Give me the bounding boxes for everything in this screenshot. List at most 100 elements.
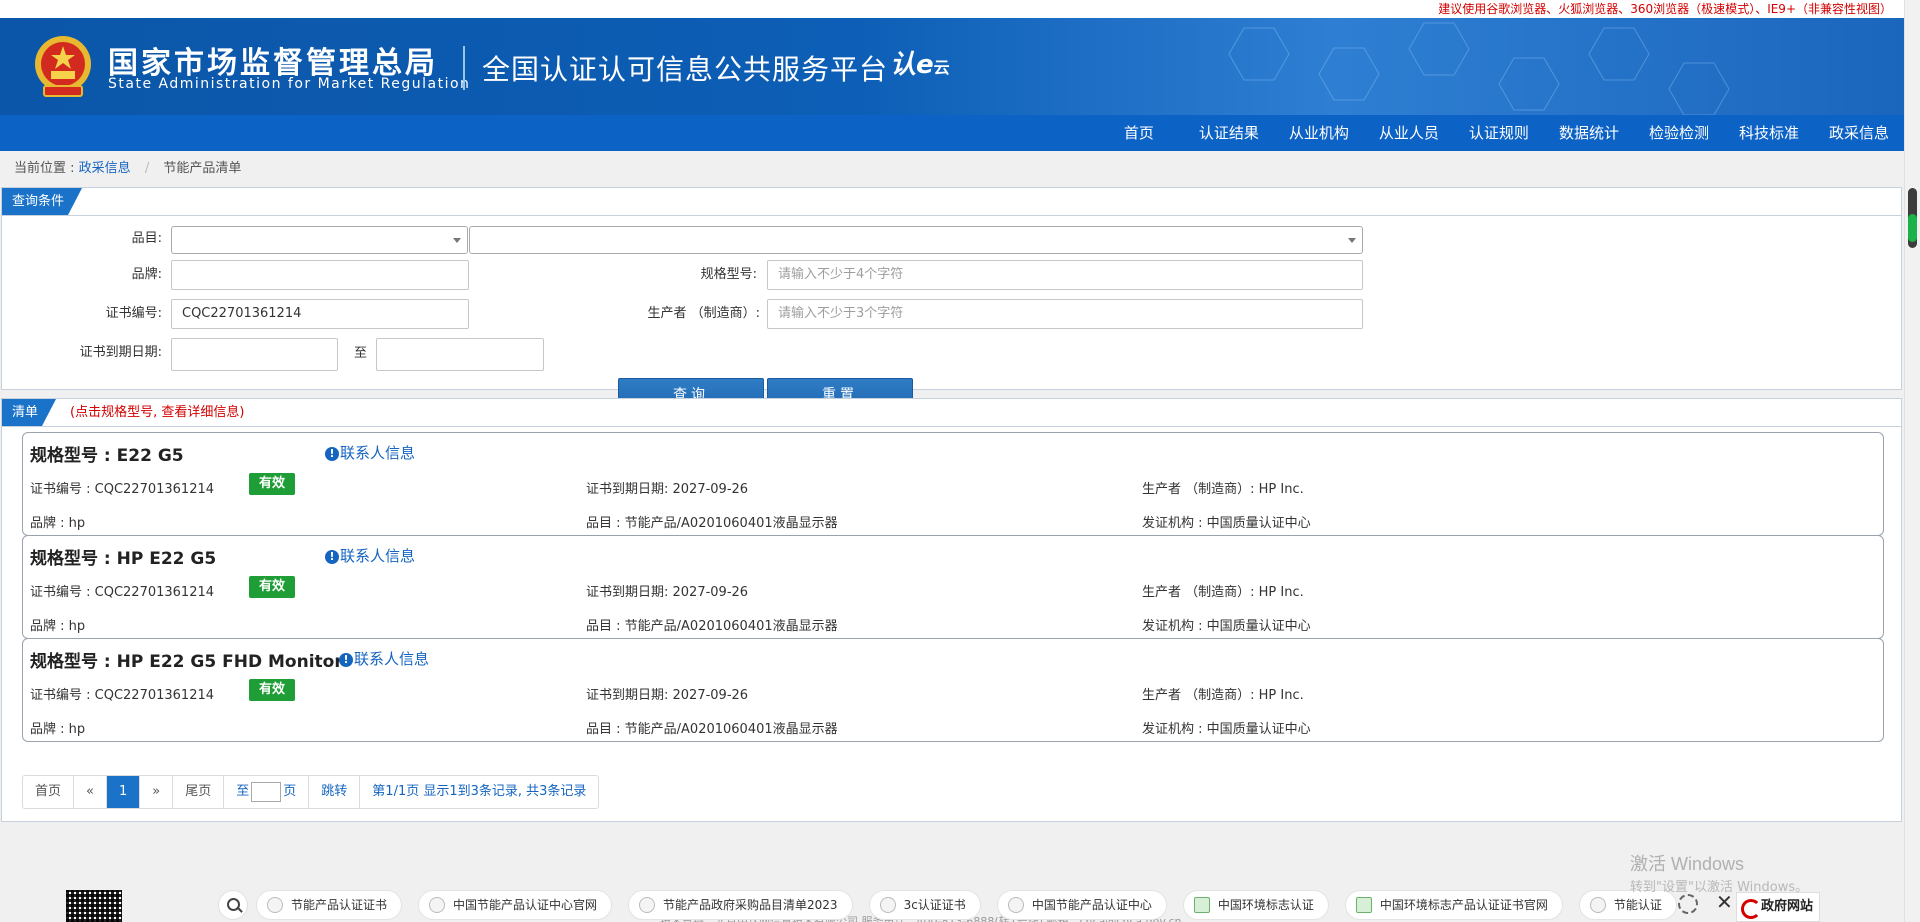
result-icon [429,897,446,913]
org-name-en: State Administration for Market Regulati… [108,76,471,92]
suggestion-chip[interactable]: 节能产品政府采购品目清单2023 [628,890,853,920]
results-hint: (点击规格型号, 查看详细信息) [70,405,245,420]
pager-first[interactable]: 首页 [23,776,75,808]
expiry-date-from-input[interactable] [171,338,338,371]
cert-number-input[interactable]: CQC22701361214 [171,299,469,329]
contact-info-link[interactable]: ! 联系人信息 [325,442,415,463]
manufacturer: 生产者 （制造商）: HP Inc. [1142,688,1304,703]
pager-jump-button[interactable]: 跳转 [309,776,361,808]
manufacturer: 生产者 （制造商）: HP Inc. [1142,585,1304,600]
nav-item-standards[interactable]: 科技标准 [1724,115,1814,151]
suggestion-chip[interactable]: 中国环境标志认证 [1182,890,1329,920]
breadcrumb-current: 节能产品清单 [163,161,242,176]
contact-info-link[interactable]: ! 联系人信息 [325,545,415,566]
result-icon [1589,897,1606,913]
nav-item-testing[interactable]: 检验检测 [1634,115,1724,151]
breadcrumb-link-procurement[interactable]: 政采信息 [79,161,131,176]
suggestion-chip[interactable]: 中国节能产品认证中心 [996,890,1167,920]
nav-link[interactable]: 数据统计 [1544,115,1634,151]
nav-link[interactable]: 从业人员 [1364,115,1454,151]
suggestion-chip[interactable]: 中国节能产品认证中心官网 [418,890,613,920]
footer: 技术支持：北京中认网信息技术有限公司 服务电话：400-813-6888(转1号… [0,860,1904,922]
chip-label: 中国节能产品认证中心 [1031,898,1152,912]
expiry-date: 证书到期日期: 2027-09-26 [586,482,749,497]
national-emblem-icon [35,36,91,97]
nav-item-institutions[interactable]: 从业机构 [1274,115,1364,151]
windows-activation-watermark: 激活 Windows [1630,854,1745,874]
nav-link[interactable]: 认证规则 [1454,115,1544,151]
pager-page-current[interactable]: 1 [106,776,141,808]
issuer: 发证机构 : 中国质量认证中心 [1142,516,1311,531]
query-panel: 查询条件 品目: 品牌: 规格型号: 请输入不少于4个字符 证书编号: CQC2… [1,187,1902,412]
search-icon[interactable] [218,890,248,920]
nav-item-procurement[interactable]: 政采信息 [1814,115,1904,151]
expiry-date: 证书到期日期: 2027-09-26 [586,585,749,600]
nav-link[interactable]: 政采信息 [1814,115,1904,151]
nav-item-cert-results[interactable]: 认证结果 [1184,115,1274,151]
chevron-down-icon [1348,238,1356,243]
nav-link[interactable]: 认证结果 [1184,115,1274,151]
breadcrumb-prefix: 当前位置 : [14,161,75,176]
windows-activation-hint: 转到"设置"以激活 Windows。 [1630,880,1809,895]
brand-input[interactable] [171,260,469,290]
suggestion-chip[interactable]: 中国环境标志产品认证证书官网 [1344,890,1563,920]
category-select-secondary[interactable] [469,226,1363,254]
pager-next[interactable]: » [140,776,174,808]
result-icon [639,897,656,913]
nav-item-rules[interactable]: 认证规则 [1454,115,1544,151]
model-link[interactable]: 规格型号 : E22 G5 [30,441,184,466]
nav-item-home[interactable]: 首页 [1094,115,1184,151]
info-icon: ! [325,550,339,564]
brand: 品牌 : hp [30,619,86,634]
chip-label: 中国环境标志产品认证证书官网 [1379,898,1548,912]
cert-number: 证书编号 : CQC22701361214 [30,585,215,600]
category-select-primary[interactable] [171,226,468,254]
contact-info-text: 联系人信息 [340,547,416,565]
nav-link[interactable]: 检验检测 [1634,115,1724,151]
manufacturer: 生产者 （制造商）: HP Inc. [1142,482,1304,497]
cert-number: 证书编号 : CQC22701361214 [30,482,215,497]
gov-site-badge[interactable]: 政府网站 [1736,892,1820,922]
scroll-indicator [1908,214,1917,242]
page-scrollbar[interactable] [1904,0,1920,922]
query-panel-header: 查询条件 [2,188,1901,216]
pagination: 首页 « 1 » 尾页 至页 跳转 第1/1页 显示1到3条记录, 共3条记录 [22,775,600,809]
nav-link[interactable]: 科技标准 [1724,115,1814,151]
expiry-date-to-input[interactable] [376,338,544,371]
info-icon: ! [325,447,339,461]
model-input[interactable]: 请输入不少于4个字符 [767,260,1363,290]
query-panel-tab: 查询条件 [2,188,82,215]
goto-page-input[interactable] [251,781,282,802]
breadcrumb: 当前位置 : 政采信息 / 节能产品清单 [0,151,1904,187]
pager-last[interactable]: 尾页 [173,776,225,808]
chip-label: 3c认证证书 [903,898,966,912]
nav-link[interactable]: 首页 [1094,115,1184,151]
rencloud-logo[interactable]: 认e云 [890,44,950,81]
nav-item-personnel[interactable]: 从业人员 [1364,115,1454,151]
cert-number: 证书编号 : CQC22701361214 [30,688,215,703]
suggestion-chip[interactable]: 3c认证证书 [868,890,981,920]
manufacturer-label: 生产者 （制造商）: [647,306,760,321]
model-link[interactable]: 规格型号 : HP E22 G5 FHD Monitor [30,647,343,672]
header-divider [463,46,465,90]
category: 品目 : 节能产品/A0201060401液晶显示器 [586,619,838,634]
suggestion-chip[interactable]: 节能产品认证证书 [256,890,403,920]
pager-summary: 第1/1页 显示1到3条记录, 共3条记录 [372,784,587,799]
nav-item-statistics[interactable]: 数据统计 [1544,115,1634,151]
main-nav: 首页 认证结果 从业机构 从业人员 认证规则 数据统计 检验检测 科技标准 政采… [0,115,1904,151]
breadcrumb-separator: / [144,161,150,176]
settings-icon[interactable] [1678,894,1698,914]
model-link[interactable]: 规格型号 : HP E22 G5 [30,544,216,569]
expiry-date: 证书到期日期: 2027-09-26 [586,688,749,703]
site-header: 国家市场监督管理总局 State Administration for Mark… [0,18,1904,115]
result-card: 规格型号 : E22 G5 ! 联系人信息 证书编号 : CQC227013612… [22,432,1884,536]
manufacturer-input[interactable]: 请输入不少于3个字符 [767,299,1363,329]
logo-sub-text: 云 [933,58,950,77]
result-icon [1193,897,1210,913]
contact-info-link[interactable]: ! 联系人信息 [339,648,429,669]
contact-info-text: 联系人信息 [340,444,416,462]
result-icon [879,897,896,913]
platform-title: 全国认证认可信息公共服务平台 [482,53,889,86]
nav-link[interactable]: 从业机构 [1274,115,1364,151]
pager-prev[interactable]: « [74,776,107,808]
